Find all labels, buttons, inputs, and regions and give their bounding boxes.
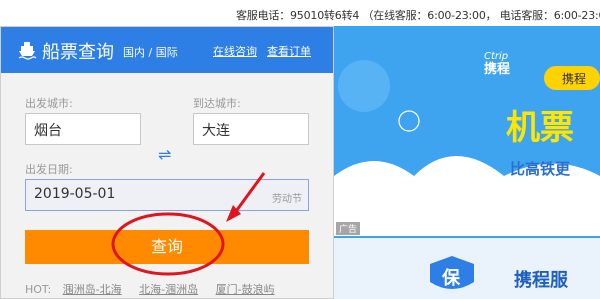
ad-headline: 机票 (506, 108, 574, 148)
panel-title: 船票查询 (42, 42, 114, 63)
panel-header: 船票查询 国内 / 国际 在线咨询 查看订单 (1, 27, 333, 73)
ad-brand: 携程 (484, 61, 510, 77)
online-consult-link[interactable]: 在线咨询 (213, 43, 257, 59)
hot-routes: HOT: 涠洲岛-北海 北海-涠洲岛 厦门-鼓浪屿 (25, 281, 289, 297)
date-label: 出发日期: (25, 163, 73, 176)
ad-brand-en: Ctrip (484, 51, 508, 62)
hot-label: HOT: (25, 283, 52, 296)
from-city-label: 出发城市: (25, 97, 73, 110)
hot-route-link[interactable]: 北海-涠洲岛 (139, 283, 198, 296)
ad-badge: 保 (441, 267, 461, 289)
date-value: 2019-05-01 (34, 186, 116, 202)
customer-service-text: 客服电话：95010转6转4 （在线客服：6:00-23:00， 电话客服：6:… (236, 9, 600, 22)
ad-subline: 比高铁更 (510, 160, 571, 178)
search-button[interactable]: 查询 (25, 230, 309, 264)
hot-route-link[interactable]: 涠洲岛-北海 (63, 283, 122, 296)
to-city-label: 到达城市: (193, 97, 241, 110)
view-orders-link[interactable]: 查看订单 (267, 43, 311, 59)
ship-icon (18, 42, 37, 60)
departure-date-input[interactable]: 2019-05-01 劳动节 (25, 179, 309, 211)
ad-label: 广告 (336, 222, 361, 235)
swap-cities-icon[interactable]: ⇌ (158, 145, 171, 164)
ad-bottom-text: 携程服 (514, 269, 569, 291)
ad-banner[interactable]: 携程 Ctrip 携程 机票 比高铁更 保 携程服 广告 (334, 26, 600, 299)
to-city-input[interactable]: 大连 (193, 113, 309, 145)
hot-route-link[interactable]: 厦门-鼓浪屿 (216, 283, 275, 296)
from-city-input[interactable]: 烟台 (25, 113, 141, 145)
ad-illustration: 携程 Ctrip 携程 机票 比高铁更 保 携程服 (334, 26, 600, 299)
scope-toggle[interactable]: 国内 / 国际 (123, 44, 178, 60)
holiday-badge: 劳动节 (272, 194, 302, 205)
ad-badge-text: 携程 (562, 71, 586, 86)
top-bar: 客服电话：95010转6转4 （在线客服：6:00-23:00， 电话客服：6:… (0, 0, 600, 26)
ferry-search-panel: 船票查询 国内 / 国际 在线咨询 查看订单 出发城市: 到达城市: 烟台 ⇌ … (0, 26, 334, 299)
